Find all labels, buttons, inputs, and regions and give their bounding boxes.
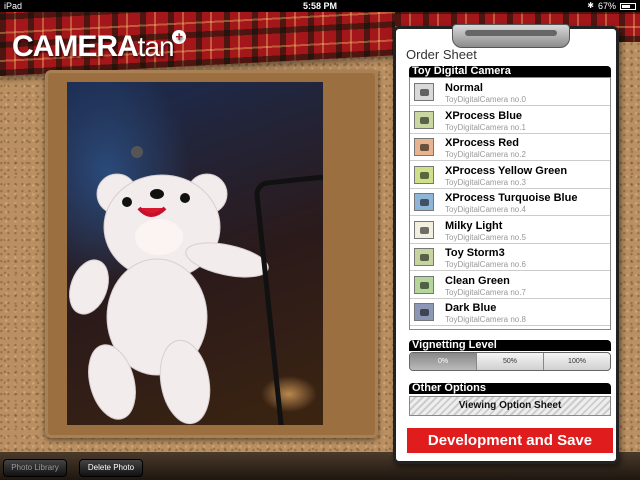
camera-thumbnail-icon bbox=[414, 165, 434, 184]
camera-item-name: Dark Blue bbox=[445, 302, 497, 314]
camera-item-name: XProcess Turquoise Blue bbox=[445, 192, 578, 204]
vignetting-segmented-control: 0% 50% 100% bbox=[409, 352, 611, 371]
vignetting-option[interactable]: 100% bbox=[544, 353, 610, 370]
camera-item-subtitle: ToyDigitalCamera no.8 bbox=[445, 315, 526, 324]
list-item[interactable]: Clean Green ToyDigitalCamera no.7 bbox=[410, 272, 610, 299]
development-and-save-button[interactable]: Development and Save bbox=[407, 428, 613, 453]
list-item[interactable]: Milky Light ToyDigitalCamera no.5 bbox=[410, 217, 610, 244]
order-sheet-title: Order Sheet bbox=[406, 47, 477, 62]
camera-item-subtitle: ToyDigitalCamera no.2 bbox=[445, 150, 526, 159]
camera-thumbnail-icon bbox=[414, 220, 434, 239]
delete-photo-button[interactable]: Delete Photo bbox=[79, 459, 143, 477]
list-item[interactable]: XProcess Turquoise Blue ToyDigitalCamera … bbox=[410, 189, 610, 216]
list-item[interactable]: Dark Blue ToyDigitalCamera no.8 bbox=[410, 299, 610, 326]
battery-indicator: ✱ 67% bbox=[587, 0, 636, 12]
camera-item-subtitle: ToyDigitalCamera no.7 bbox=[445, 287, 526, 297]
camera-item-name: XProcess Blue bbox=[445, 109, 523, 122]
status-bar: iPad 5:58 PM ✱ 67% bbox=[0, 0, 640, 12]
photo-library-button[interactable]: Photo Library bbox=[3, 459, 67, 477]
camera-thumbnail-icon bbox=[414, 248, 434, 266]
camera-item-subtitle: ToyDigitalCamera no.1 bbox=[445, 122, 526, 132]
camera-list: Normal ToyDigitalCamera no.0 XProcess Blue… bbox=[409, 77, 611, 330]
vignetting-option[interactable]: 50% bbox=[477, 353, 544, 370]
camera-item-subtitle: ToyDigitalCamera no.0 bbox=[445, 95, 526, 104]
camera-item-name: Clean Green bbox=[445, 274, 510, 287]
list-item[interactable]: XProcess Red ToyDigitalCamera no.2 bbox=[410, 134, 610, 161]
camera-item-name: XProcess Red bbox=[445, 137, 519, 149]
vignetting-option[interactable]: 0% bbox=[410, 353, 477, 370]
camera-item-name: XProcess Yellow Green bbox=[445, 164, 568, 177]
camera-item-subtitle: ToyDigitalCamera no.4 bbox=[445, 205, 526, 214]
status-time: 5:58 PM bbox=[302, 1, 337, 11]
vignetting-heading: Vignetting Level bbox=[409, 340, 611, 351]
camera-item-subtitle: ToyDigitalCamera no.5 bbox=[445, 232, 526, 242]
clipboard-clip-icon bbox=[452, 24, 570, 48]
camera-thumbnail-icon bbox=[414, 303, 434, 321]
list-item[interactable]: XProcess Blue ToyDigitalCamera no.1 bbox=[410, 107, 610, 134]
viewing-option-sheet-button[interactable]: Viewing Option Sheet bbox=[409, 396, 611, 416]
list-item[interactable]: Normal ToyDigitalCamera no.0 bbox=[410, 79, 610, 106]
camera-thumbnail-icon bbox=[414, 138, 434, 156]
camera-thumbnail-icon bbox=[414, 110, 434, 129]
battery-icon bbox=[620, 2, 636, 10]
logo-plus-icon: + bbox=[171, 30, 186, 44]
battery-percent: 67% bbox=[597, 1, 616, 11]
camera-item-name: Milky Light bbox=[445, 219, 503, 232]
camera-item-name: Normal bbox=[445, 82, 483, 94]
camera-item-name: Toy Storm3 bbox=[445, 247, 505, 259]
list-item[interactable]: XProcess Yellow Green ToyDigitalCamera no… bbox=[410, 162, 610, 189]
list-item[interactable]: Toy Storm3 ToyDigitalCamera no.6 bbox=[410, 244, 610, 271]
other-options-heading: Other Options bbox=[409, 383, 611, 394]
bluetooth-icon: ✱ bbox=[587, 1, 594, 10]
camera-item-subtitle: ToyDigitalCamera no.3 bbox=[445, 177, 526, 187]
camera-item-subtitle: ToyDigitalCamera no.6 bbox=[445, 260, 526, 269]
app-logo: CAMERAtan + bbox=[12, 30, 186, 64]
camera-thumbnail-icon bbox=[414, 275, 434, 294]
camera-section-heading: Toy Digital Camera bbox=[409, 66, 611, 77]
camera-thumbnail-icon bbox=[414, 83, 434, 101]
photo-preview[interactable] bbox=[67, 82, 323, 425]
camera-thumbnail-icon bbox=[414, 193, 434, 211]
